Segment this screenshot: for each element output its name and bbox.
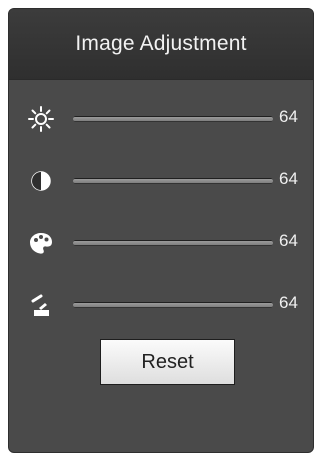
reset-button[interactable]: Reset (100, 339, 235, 385)
image-adjustment-panel: Image Adjustment 64 64 64 64 Reset (8, 8, 314, 453)
panel-title: Image Adjustment (75, 32, 247, 55)
saturation-icon (27, 229, 55, 257)
brightness-icon (27, 105, 55, 133)
hue-slider[interactable] (73, 302, 273, 308)
hue-icon (27, 291, 55, 319)
hue-row: 64 (9, 285, 313, 325)
contrast-slider[interactable] (73, 178, 273, 184)
contrast-value: 64 (279, 169, 298, 188)
hue-slider-fill (73, 303, 273, 307)
saturation-value: 64 (279, 231, 298, 250)
brightness-slider-fill (73, 117, 273, 121)
contrast-row: 64 (9, 161, 313, 201)
brightness-value: 64 (279, 107, 298, 126)
saturation-slider-fill (73, 241, 273, 245)
brightness-slider[interactable] (73, 116, 273, 122)
contrast-icon (27, 167, 55, 195)
hue-value: 64 (279, 293, 298, 312)
saturation-row: 64 (9, 223, 313, 263)
contrast-slider-fill (73, 179, 273, 183)
saturation-slider[interactable] (73, 240, 273, 246)
brightness-row: 64 (9, 99, 313, 139)
panel-header: Image Adjustment (9, 9, 313, 80)
